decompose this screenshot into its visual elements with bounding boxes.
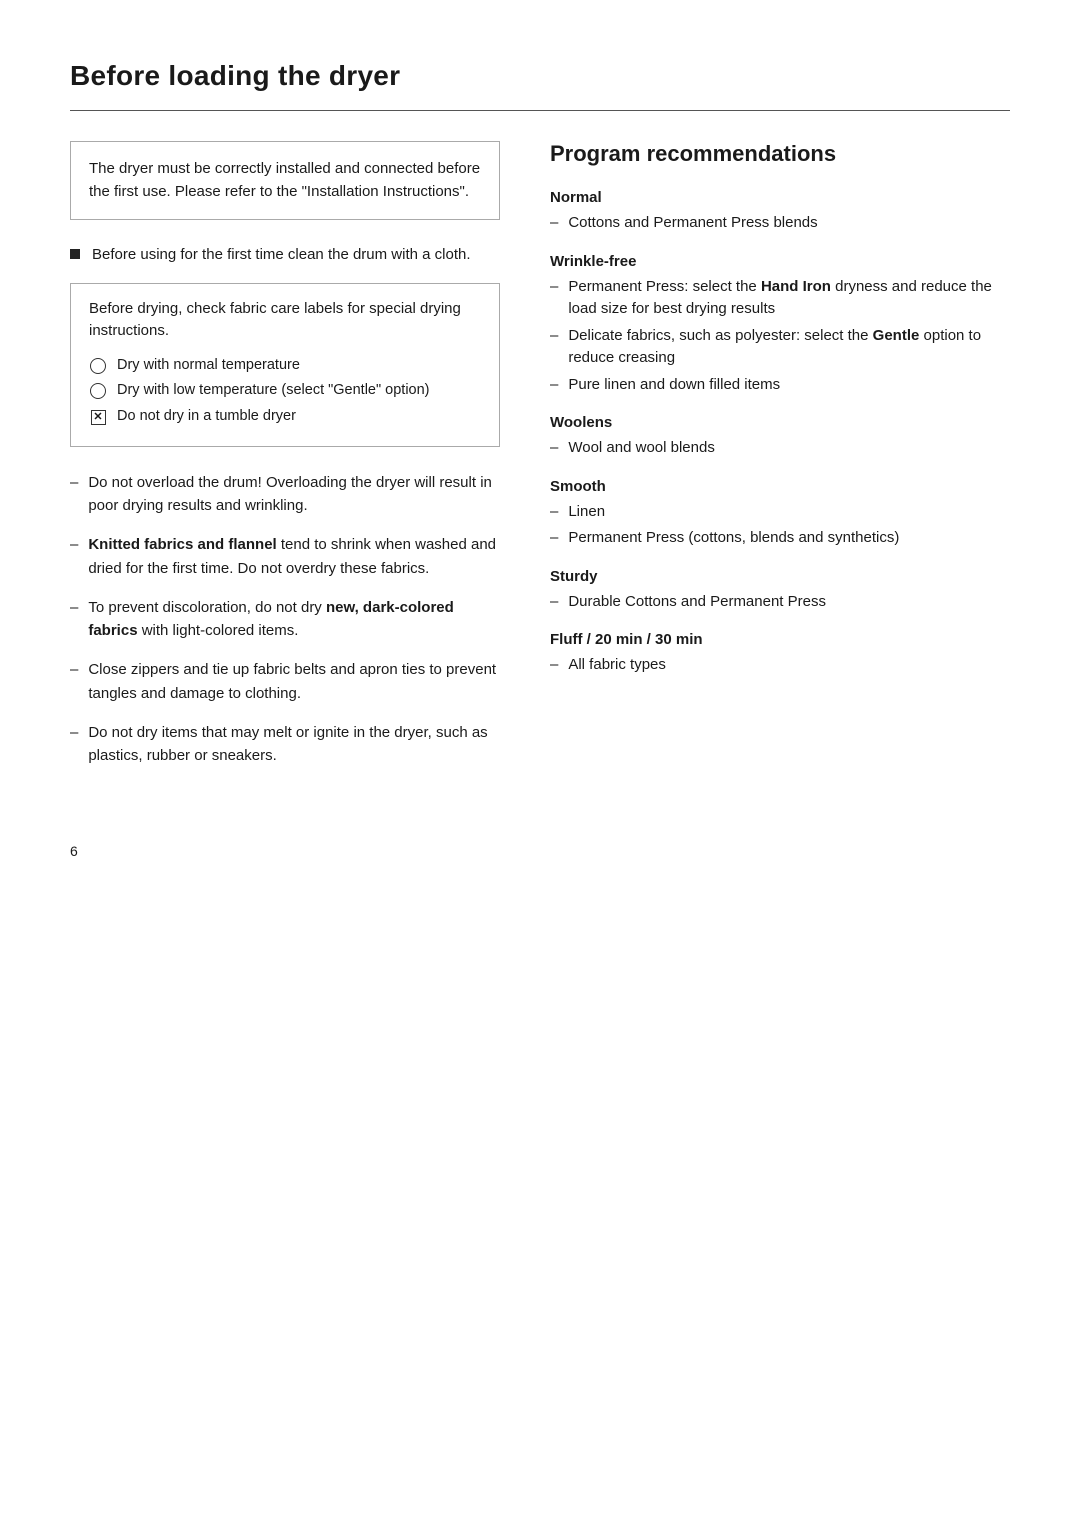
program-item-fluff-1: – All fabric types [550,654,1010,677]
dash-icon-1: – [70,471,78,518]
symbol-text-normal-temp: Dry with normal temperature [117,355,300,377]
dash-item-2-text: Knitted fabrics and flannel tend to shri… [88,533,500,580]
info-box-text: The dryer must be correctly installed an… [89,160,480,200]
program-section-normal: Normal – Cottons and Permanent Press ble… [550,189,1010,235]
dash-item-4: – Close zippers and tie up fabric belts … [70,658,500,705]
dash-icon-normal-1: – [550,212,558,235]
bullet-item-text: Before using for the first time clean th… [92,244,471,267]
program-item-wf-1-text: Permanent Press: select the Hand Iron dr… [568,276,1010,321]
program-item-smooth-2-text: Permanent Press (cottons, blends and syn… [568,527,899,550]
program-section-smooth: Smooth – Linen – Permanent Press (cotton… [550,478,1010,550]
program-item-woolens-1-text: Wool and wool blends [568,437,714,460]
program-item-smooth-1: – Linen [550,501,1010,524]
bullet-square-icon [70,249,80,259]
program-item-fluff-1-text: All fabric types [568,654,666,677]
program-item-smooth-2: – Permanent Press (cottons, blends and s… [550,527,1010,550]
program-recommendations-title: Program recommendations [550,141,1010,167]
left-column: The dryer must be correctly installed an… [70,141,500,783]
program-heading-normal: Normal [550,189,1010,206]
fabric-care-intro: Before drying, check fabric care labels … [89,298,481,343]
program-section-wrinkle-free: Wrinkle-free – Permanent Press: select t… [550,253,1010,397]
dash-icon-smooth-1: – [550,501,558,524]
program-heading-sturdy: Sturdy [550,568,1010,585]
symbol-item-no-dry: ✕ Do not dry in a tumble dryer [89,406,481,428]
fabric-care-box: Before drying, check fabric care labels … [70,283,500,447]
program-item-wf-1: – Permanent Press: select the Hand Iron … [550,276,1010,321]
program-heading-fluff: Fluff / 20 min / 30 min [550,631,1010,648]
dash-item-1: – Do not overload the drum! Overloading … [70,471,500,518]
dash-item-5-text: Do not dry items that may melt or ignite… [88,721,500,768]
symbol-text-low-temp: Dry with low temperature (select "Gentle… [117,380,430,402]
program-item-wf-2-text: Delicate fabrics, such as polyester: sel… [568,325,1010,370]
dash-icon-wf-2: – [550,325,558,370]
program-section-fluff: Fluff / 20 min / 30 min – All fabric typ… [550,631,1010,677]
circle-normal-icon [89,357,107,375]
bullet-item: Before using for the first time clean th… [70,244,500,267]
program-item-normal-1: – Cottons and Permanent Press blends [550,212,1010,235]
dash-item-3-bold: new, dark-colored fabrics [88,599,453,639]
right-column: Program recommendations Normal – Cottons… [550,141,1010,695]
dash-item-2: – Knitted fabrics and flannel tend to sh… [70,533,500,580]
dash-icon-wf-3: – [550,374,558,397]
page-title: Before loading the dryer [70,60,1010,92]
program-heading-woolens: Woolens [550,414,1010,431]
symbol-item-low-temp: Dry with low temperature (select "Gentle… [89,380,481,402]
circle-low-icon [89,382,107,400]
dash-item-1-text: Do not overload the drum! Overloading th… [88,471,500,518]
symbol-text-no-dry: Do not dry in a tumble dryer [117,406,296,428]
dash-item-4-text: Close zippers and tie up fabric belts an… [88,658,500,705]
program-section-sturdy: Sturdy – Durable Cottons and Permanent P… [550,568,1010,614]
dash-icon-fluff-1: – [550,654,558,677]
info-box: The dryer must be correctly installed an… [70,141,500,220]
dash-icon-3: – [70,596,78,643]
program-item-wf-3-text: Pure linen and down filled items [568,374,780,397]
program-item-wf-3: – Pure linen and down filled items [550,374,1010,397]
program-item-sturdy-1: – Durable Cottons and Permanent Press [550,591,1010,614]
symbol-item-normal-temp: Dry with normal temperature [89,355,481,377]
dash-icon-woolens-1: – [550,437,558,460]
program-item-sturdy-1-text: Durable Cottons and Permanent Press [568,591,826,614]
page-number: 6 [70,843,1010,859]
dash-icon-2: – [70,533,78,580]
gentle-bold: Gentle [873,327,920,344]
program-item-normal-1-text: Cottons and Permanent Press blends [568,212,817,235]
program-section-woolens: Woolens – Wool and wool blends [550,414,1010,460]
title-divider [70,110,1010,111]
dash-icon-wf-1: – [550,276,558,321]
hand-iron-bold: Hand Iron [761,278,831,295]
dash-icon-5: – [70,721,78,768]
dash-icon-4: – [70,658,78,705]
dash-icon-sturdy-1: – [550,591,558,614]
dash-icon-smooth-2: – [550,527,558,550]
dash-item-2-bold: Knitted fabrics and flannel [88,536,276,553]
checkbox-no-dry-icon: ✕ [89,408,107,426]
program-item-woolens-1: – Wool and wool blends [550,437,1010,460]
dash-item-5: – Do not dry items that may melt or igni… [70,721,500,768]
main-layout: The dryer must be correctly installed an… [70,141,1010,783]
dash-item-3: – To prevent discoloration, do not dry n… [70,596,500,643]
program-item-wf-2: – Delicate fabrics, such as polyester: s… [550,325,1010,370]
program-heading-smooth: Smooth [550,478,1010,495]
program-heading-wrinkle-free: Wrinkle-free [550,253,1010,270]
dash-item-3-text: To prevent discoloration, do not dry new… [88,596,500,643]
program-item-smooth-1-text: Linen [568,501,605,524]
